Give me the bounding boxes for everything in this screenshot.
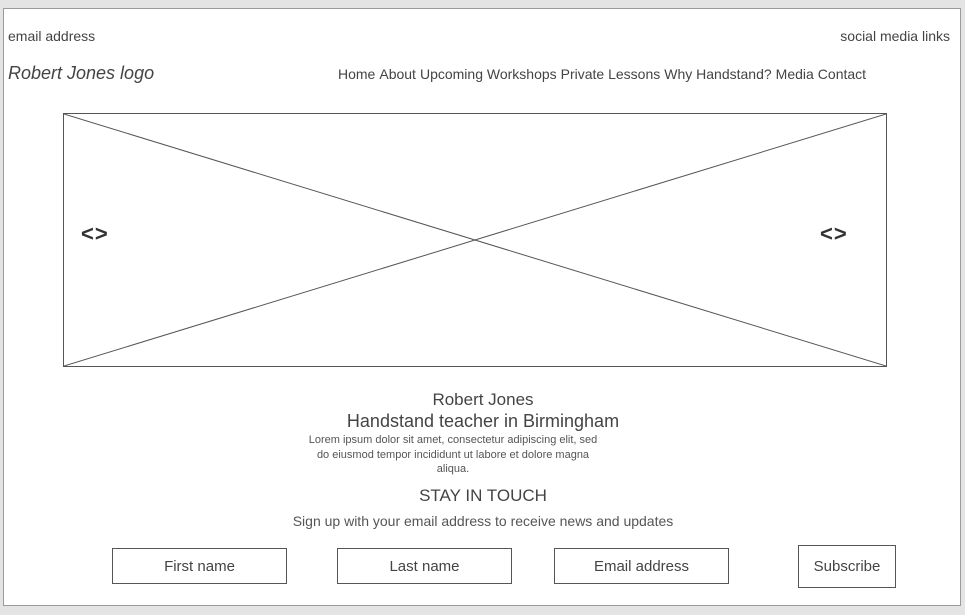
nav-item-private-lessons[interactable]: Private Lessons: [561, 66, 661, 82]
site-logo[interactable]: Robert Jones logo: [8, 63, 154, 84]
nav-item-why-handstand[interactable]: Why Handstand?: [664, 66, 771, 82]
page-frame: email address social media links Robert …: [3, 8, 961, 606]
header-email-address[interactable]: email address: [8, 28, 95, 44]
hero-image-placeholder: [63, 113, 887, 367]
last-name-field[interactable]: Last name: [337, 548, 512, 584]
newsletter-heading: STAY IN TOUCH: [419, 486, 547, 505]
newsletter-subheading: Sign up with your email address to recei…: [292, 513, 674, 529]
intro-name: Robert Jones: [432, 390, 534, 409]
first-name-field[interactable]: First name: [112, 548, 287, 584]
header-social-links[interactable]: social media links: [840, 28, 950, 44]
nav-item-upcoming-workshops[interactable]: Upcoming Workshops: [420, 66, 557, 82]
carousel-next-arrow[interactable]: <>: [820, 221, 848, 247]
nav-item-contact[interactable]: Contact: [818, 66, 866, 82]
image-placeholder-icon: [64, 114, 886, 366]
carousel-prev-arrow[interactable]: <>: [81, 221, 109, 247]
email-field[interactable]: Email address: [554, 548, 729, 584]
nav-item-media[interactable]: Media: [776, 66, 814, 82]
subscribe-button[interactable]: Subscribe: [798, 545, 896, 588]
intro-body: Lorem ipsum dolor sit amet, consectetur …: [308, 434, 598, 475]
nav-item-home[interactable]: Home: [338, 66, 375, 82]
nav-item-about[interactable]: About: [379, 66, 416, 82]
intro-tagline: Handstand teacher in Birmingham: [346, 411, 620, 431]
main-nav: Home About Upcoming Workshops Private Le…: [338, 66, 866, 82]
